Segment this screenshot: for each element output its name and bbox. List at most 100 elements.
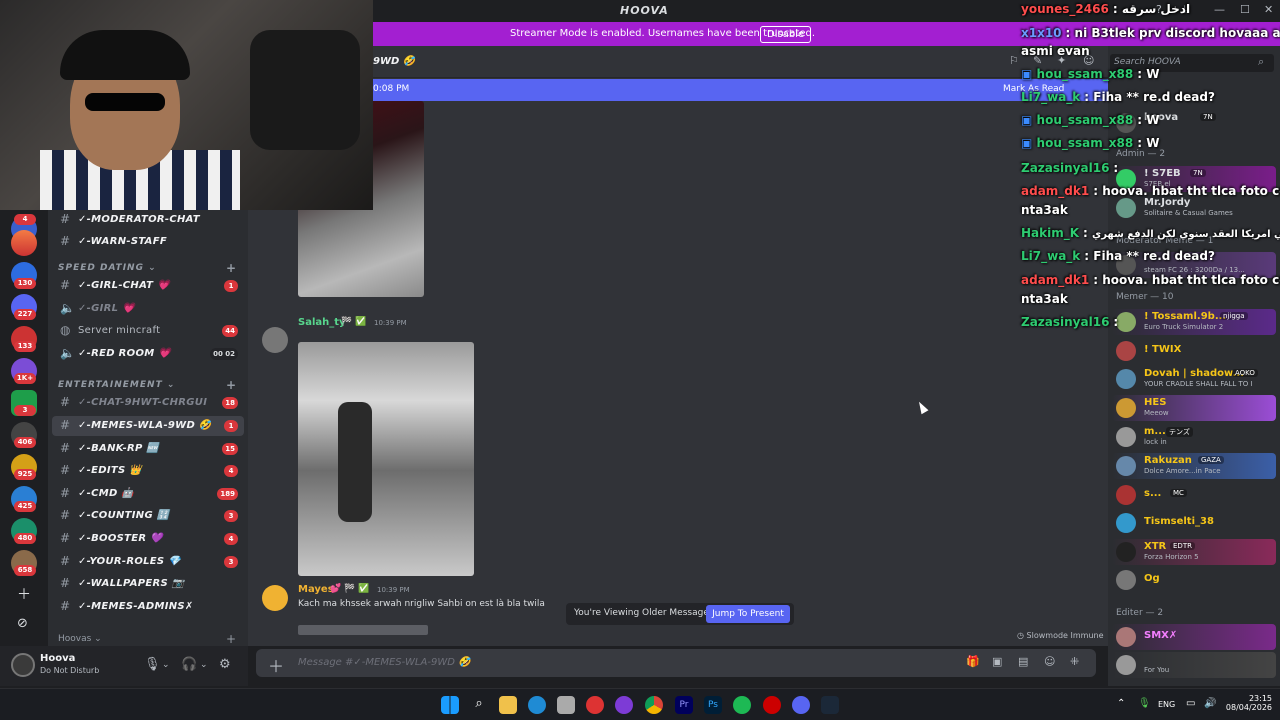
discover-icon[interactable]: ⊘	[17, 616, 28, 631]
avatar[interactable]	[262, 585, 288, 611]
channel-item[interactable]: # ✓-EDITS 👑 4	[52, 461, 244, 481]
stream-chat-overlay: younes_2466: ادخل سرقه x1x10: ni B3tlek …	[1018, 0, 1280, 340]
premiere-icon[interactable]: Pr	[675, 696, 693, 714]
category-entertainement[interactable]: ENTERTAINEMENT ⌄ +	[58, 378, 236, 392]
overlay-text: Fiha ** re.d dead?	[1093, 249, 1215, 263]
record-icon[interactable]	[763, 696, 781, 714]
category-speed-dating[interactable]: SPEED DATING ⌄ +	[58, 261, 236, 275]
language-indicator[interactable]: ENG	[1158, 700, 1175, 709]
network-icon[interactable]: ▭	[1186, 698, 1195, 709]
channel-item[interactable]: # ✓-COUNTING 🔢 3	[52, 506, 244, 526]
channel-item[interactable]: # ✓-BANK-RP 🆕 15	[52, 439, 244, 459]
channel-item-active[interactable]: # ✓-MEMES-WLA-9WD 🤣 1	[52, 416, 244, 436]
channel-item[interactable]: # ✓-BOOSTER 💜 4	[52, 529, 244, 549]
add-channel-icon[interactable]: +	[226, 261, 237, 275]
taskbar: ⌕ Pr Ps ⌃ 🎙 ENG ▭ 🔊 23:15 08/04/2026	[0, 688, 1280, 720]
add-server-icon[interactable]: ＋	[17, 584, 31, 604]
add-channel-icon[interactable]: +	[226, 632, 236, 646]
member-item[interactable]: ! TWIX	[1112, 338, 1276, 364]
channel-item[interactable]: # ✓-CHAT-9HWT-CHRGUI 18	[52, 393, 244, 413]
gear-icon[interactable]: ⚙	[219, 657, 231, 672]
add-attachment-icon[interactable]: ＋	[268, 653, 284, 677]
emoji-icon[interactable]: ☺	[1044, 655, 1055, 668]
voice-channel-item[interactable]: 🔈 ✓-GIRL 💗	[52, 299, 244, 319]
app-icon[interactable]	[586, 696, 604, 714]
member-item[interactable]: For You	[1112, 652, 1276, 678]
message-image[interactable]	[298, 342, 474, 576]
channel-item[interactable]: ◍ Server mincraft 44	[52, 321, 244, 341]
gift-icon[interactable]: 🎁	[966, 655, 980, 668]
search-icon[interactable]: ⌕	[470, 696, 488, 714]
microphone-icon[interactable]: 🎙	[1138, 698, 1151, 709]
store-icon[interactable]	[557, 696, 575, 714]
member-name: Dovah | shadow...	[1144, 368, 1245, 379]
new-messages-bar[interactable]: 0:08 PM Mark As Read	[373, 79, 1108, 101]
file-explorer-icon[interactable]	[499, 696, 517, 714]
role-icon: 🏁 ✅	[341, 317, 367, 327]
channel-item[interactable]: # ✓-CMD 🤖 189	[52, 484, 244, 504]
overlay-text: Fiha ** re.d dead?	[1093, 90, 1215, 104]
chevron-up-icon[interactable]: ⌃	[1117, 698, 1125, 709]
avatar	[1116, 427, 1136, 447]
headphones-icon[interactable]: 🎧	[181, 657, 197, 672]
overlay-separator: :	[1112, 2, 1118, 16]
steam-icon[interactable]	[821, 696, 839, 714]
message-author[interactable]: Salah_ty	[298, 317, 346, 328]
overlay-author: hou_ssam_x88	[1036, 136, 1134, 150]
category-hoovas[interactable]: Hoovas ⌄ +	[58, 632, 236, 646]
server-icon[interactable]	[11, 230, 37, 256]
member-item[interactable]: m... テンズ lock in	[1112, 424, 1276, 450]
chrome-icon[interactable]	[645, 696, 663, 714]
channel-item[interactable]: # ✓-GIRL-CHAT 💗 1	[52, 276, 244, 296]
member-item[interactable]: SMX✗	[1112, 624, 1276, 650]
composer-placeholder[interactable]: Message #✓-MEMES-WLA-9WD 🤣	[298, 657, 471, 668]
channel-item[interactable]: # ✓-WARN-STAFF	[52, 232, 244, 252]
member-item[interactable]: Og	[1112, 567, 1276, 593]
channel-item[interactable]: # ✓-MODERATOR-CHAT	[52, 210, 244, 230]
channel-item[interactable]: # ✓-MEMES-ADMINS✗	[52, 597, 244, 617]
category-label: ENTERTAINEMENT ⌄	[58, 380, 176, 390]
member-item[interactable]: Dovah | shadow... AOKO YOUR CRADLE SHALL F…	[1112, 366, 1276, 392]
message-image[interactable]	[298, 625, 428, 635]
member-item[interactable]: XTR EDTR Forza Horizon 5	[1112, 539, 1276, 565]
overlay-author: Zazasinyal16	[1021, 315, 1110, 329]
clock[interactable]: 23:15 08/04/2026	[1222, 694, 1272, 712]
edge-icon[interactable]	[528, 696, 546, 714]
member-activity: YOUR CRADLE SHALL FALL TO I	[1144, 380, 1253, 388]
message-composer[interactable]: ＋ Message #✓-MEMES-WLA-9WD 🤣 🎁 ▣ ▤ ☺ ⁜	[256, 649, 1096, 677]
microphone-icon[interactable]: 🎙	[144, 657, 161, 672]
member-item[interactable]: HES Meeow	[1112, 395, 1276, 421]
message-author[interactable]: Mayes	[298, 584, 334, 595]
user-avatar[interactable]	[11, 653, 35, 677]
member-item[interactable]: s... MC	[1112, 482, 1276, 508]
app-icon[interactable]	[615, 696, 633, 714]
sticker-icon[interactable]: ▤	[1018, 655, 1028, 668]
hash-icon: #	[60, 531, 71, 545]
jump-to-present-button[interactable]: Jump To Present	[706, 605, 790, 623]
discord-icon[interactable]	[792, 696, 810, 714]
overlay-author: hou_ssam_x88	[1036, 113, 1134, 127]
volume-icon[interactable]: 🔊	[1204, 698, 1216, 709]
channel-label: ✓-BOOSTER 💜	[78, 533, 163, 544]
overlay-author: hou_ssam_x88	[1036, 67, 1134, 81]
channel-item[interactable]: # ✓-WALLPAPERS 📷	[52, 574, 244, 594]
apps-icon[interactable]: ⁜	[1070, 655, 1079, 668]
add-channel-icon[interactable]: +	[226, 378, 237, 392]
user-name[interactable]: Hoova	[40, 653, 75, 664]
member-item[interactable]: Rakuzan GAZA Dolce Amore...in Pace	[1112, 453, 1276, 479]
disable-streamer-button[interactable]: Disable	[760, 26, 812, 43]
channel-label: ✓-WARN-STAFF	[78, 236, 167, 247]
avatar[interactable]	[262, 327, 288, 353]
overlay-author: Li7_wa_k	[1021, 249, 1081, 263]
member-item[interactable]: Tismselti_38	[1112, 510, 1276, 536]
gif-icon[interactable]: ▣	[992, 655, 1002, 668]
voice-channel-item[interactable]: 🔈 ✓-RED ROOM 💗 00 02	[52, 344, 244, 364]
app-icon[interactable]	[733, 696, 751, 714]
chevron-down-icon[interactable]: ⌄	[162, 660, 170, 670]
channel-item[interactable]: # ✓-YOUR-ROLES 💎 3	[52, 552, 244, 572]
windows-start-icon[interactable]	[441, 696, 459, 714]
photoshop-icon[interactable]: Ps	[704, 696, 722, 714]
hash-icon: #	[60, 463, 71, 477]
chevron-down-icon[interactable]: ⌄	[200, 660, 208, 670]
hash-icon: #	[60, 234, 71, 248]
